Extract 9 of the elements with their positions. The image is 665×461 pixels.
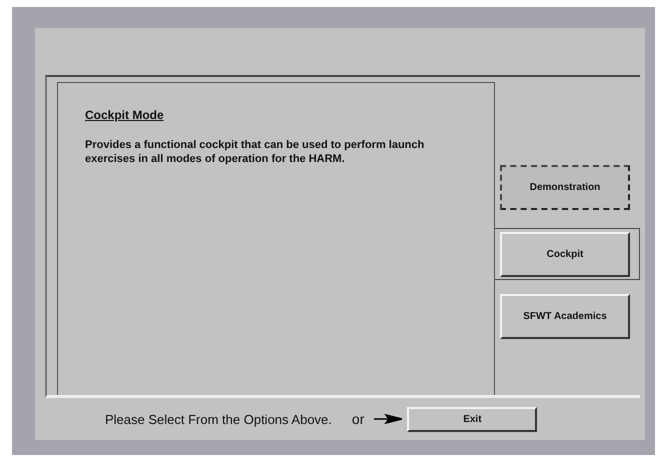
option-button[interactable]: Demonstration [500,165,630,210]
arrow-icon [374,414,402,424]
or-text: or [352,411,364,427]
description-text: Provides a functional cockpit that can be used to perform launch exercises in all modes of operation for the HARM. [85,138,426,166]
exit-button[interactable]: Exit [407,406,538,432]
option-button[interactable]: SFWT Academics [500,294,630,339]
section-heading: Cockpit Mode [85,108,165,122]
prompt-text: Please Select From the Options Above. [105,412,332,426]
option-button[interactable]: Cockpit [500,232,630,277]
